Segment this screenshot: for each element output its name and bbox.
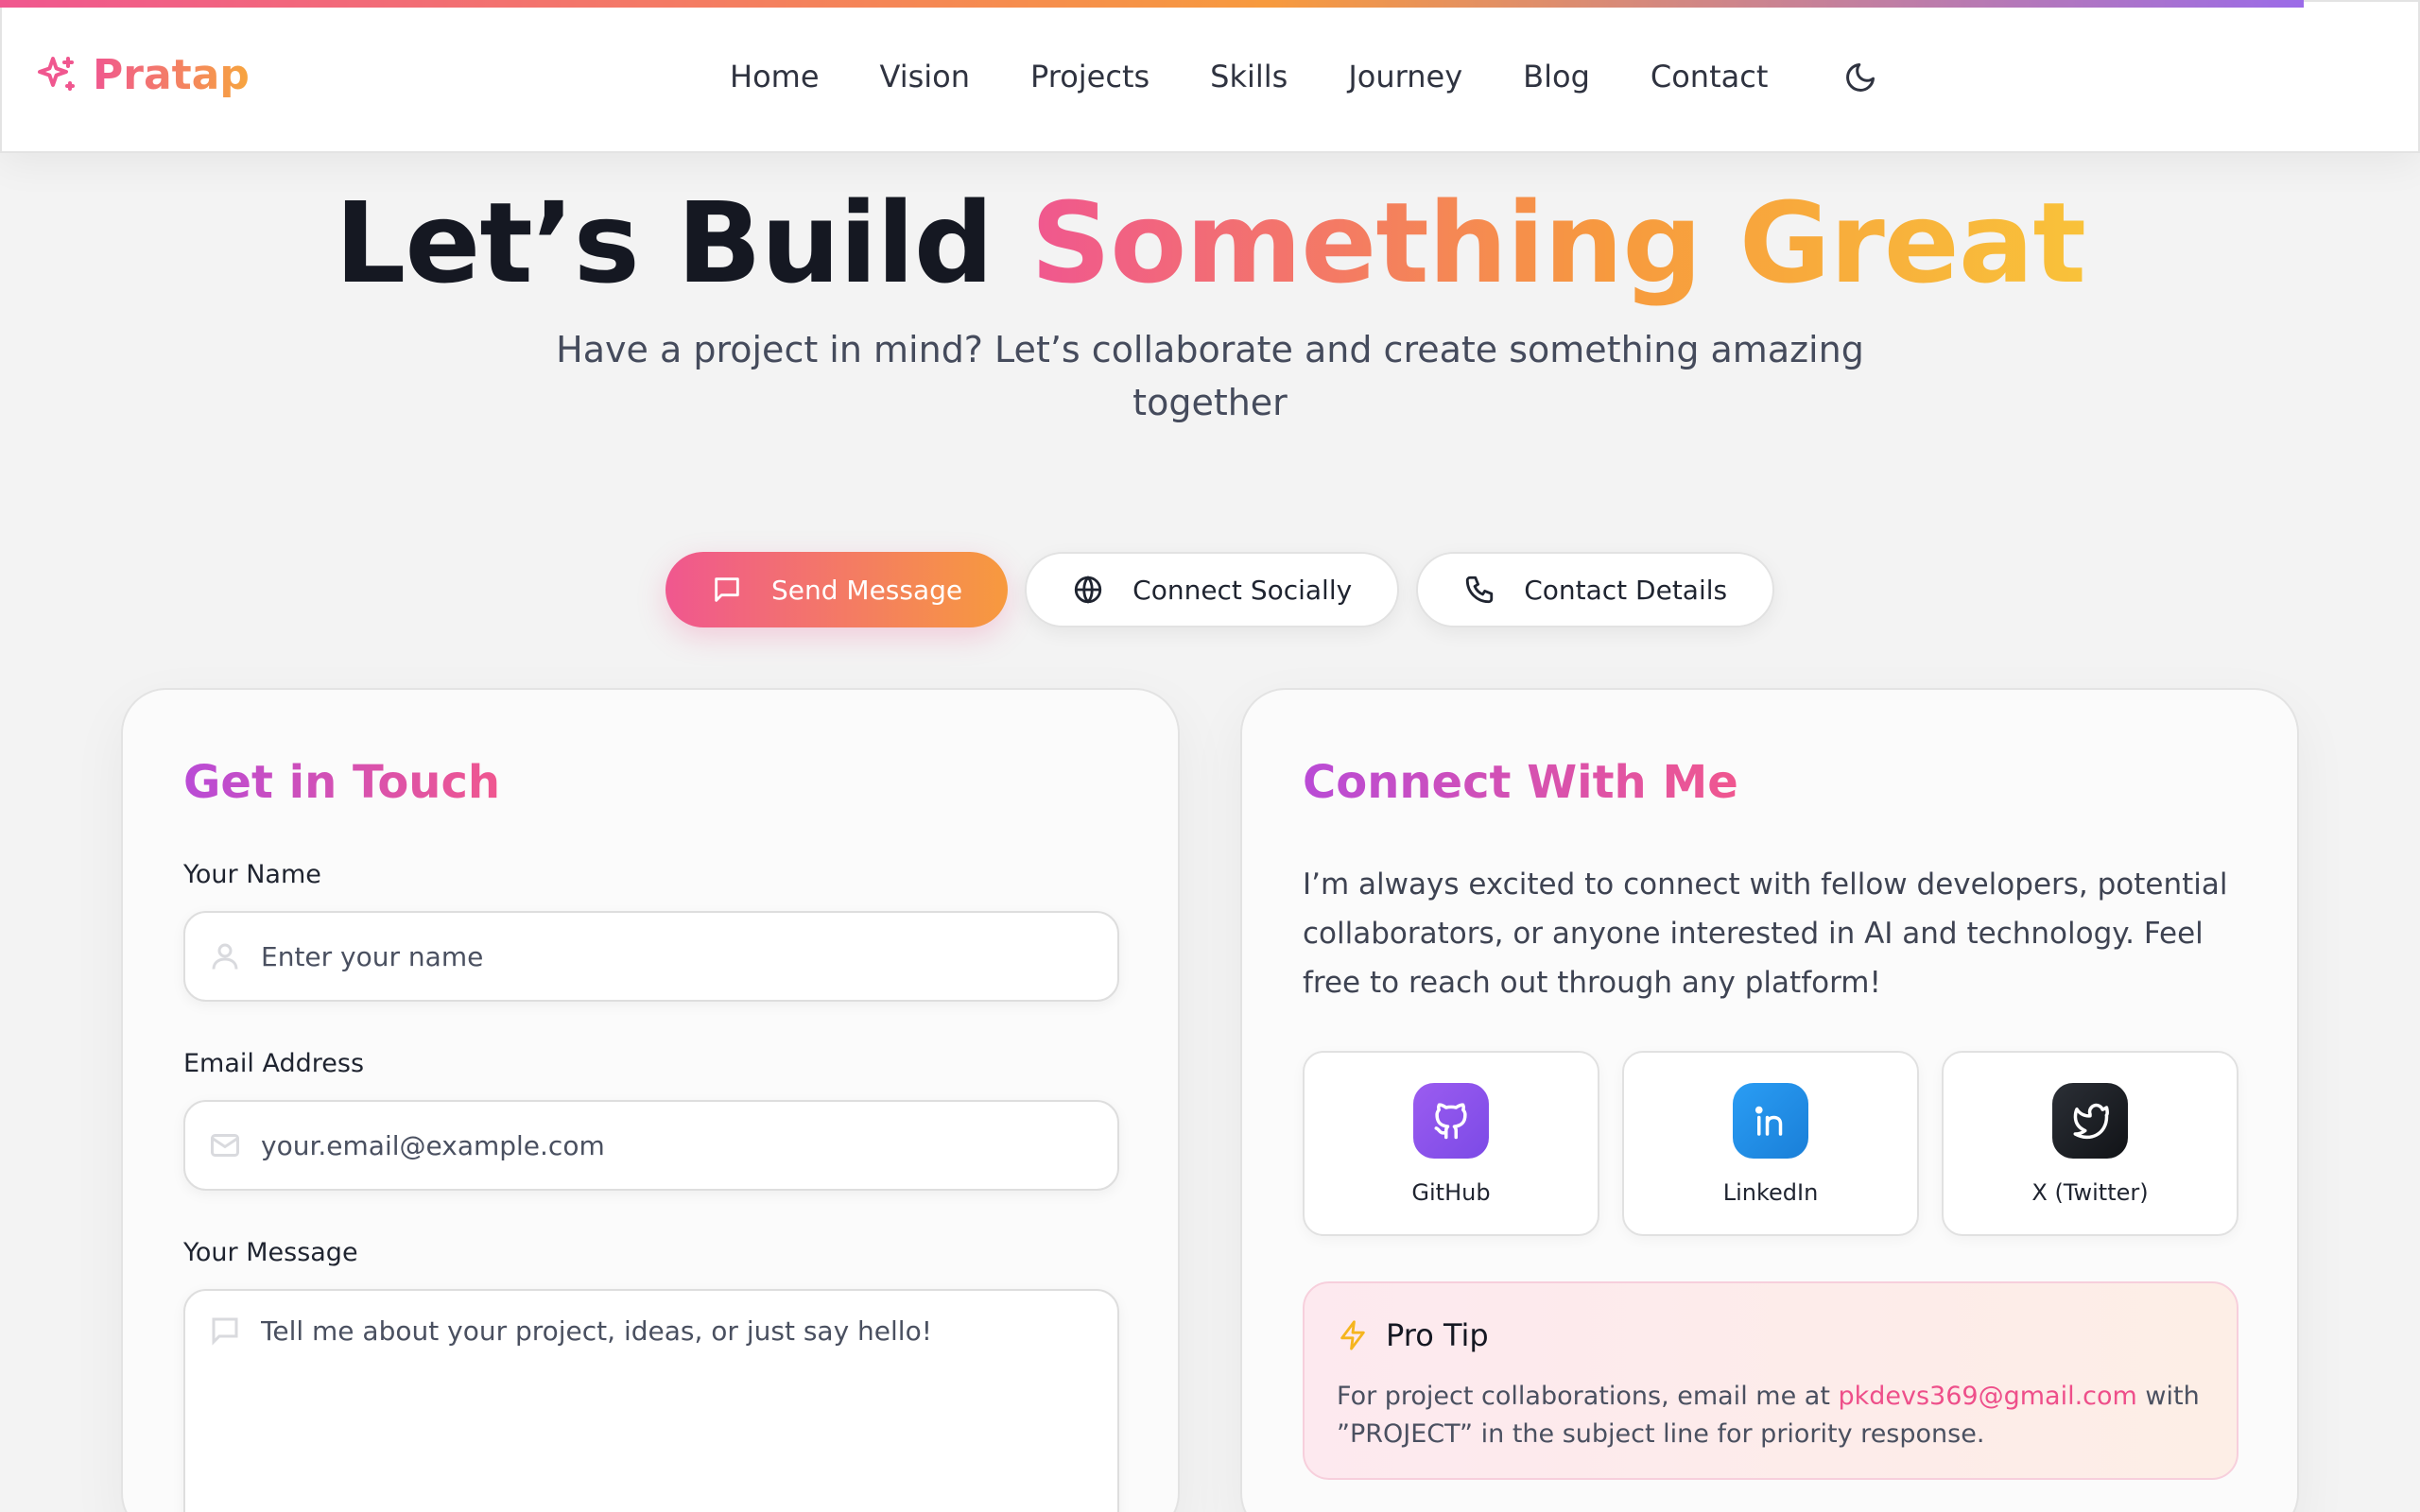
title-plain: Let’s Build [335, 178, 994, 308]
nav-vision[interactable]: Vision [880, 59, 971, 94]
name-input[interactable] [261, 940, 1093, 972]
message-textarea[interactable] [261, 1315, 1093, 1504]
pro-tip-header: Pro Tip [1337, 1317, 1489, 1353]
nav-journey[interactable]: Journey [1348, 59, 1462, 94]
message-field [183, 1289, 1119, 1512]
lightning-icon [1340, 1320, 1365, 1350]
social-label: LinkedIn [1722, 1179, 1819, 1206]
moon-icon[interactable] [1843, 60, 1877, 94]
name-label: Your Name [183, 860, 321, 889]
page-subtitle: Have a project in mind? Let’s collaborat… [556, 329, 1864, 423]
social-twitter[interactable]: X (Twitter) [1942, 1051, 2238, 1236]
pro-tip-text-before: For project collaborations, email me at [1337, 1382, 1839, 1411]
user-icon [212, 943, 238, 970]
twitter-icon [2052, 1083, 2128, 1159]
connect-card: Connect With Me I’m always excited to co… [1240, 688, 2299, 1512]
linkedin-icon [1733, 1083, 1808, 1159]
email-field [183, 1100, 1119, 1191]
title-gradient: Something Great [1030, 178, 2086, 308]
name-field [183, 911, 1119, 1002]
tab-contact-details[interactable]: Contact Details [1416, 552, 1775, 627]
page-title: Let’s Build Something Great [0, 178, 2420, 308]
tab-connect-socially[interactable]: Connect Socially [1025, 552, 1400, 627]
globe-icon [1074, 576, 1102, 604]
social-label: GitHub [1411, 1179, 1491, 1206]
tab-label: Contact Details [1524, 574, 1728, 606]
pro-tip-title: Pro Tip [1386, 1317, 1489, 1353]
nav-skills[interactable]: Skills [1210, 59, 1288, 94]
email-input[interactable] [261, 1129, 1093, 1161]
connect-title: Connect With Me [1303, 756, 1738, 809]
nav-projects[interactable]: Projects [1030, 59, 1150, 94]
tab-label: Send Message [771, 574, 963, 606]
contact-form-card: Get in Touch Your Name Email Address You… [121, 688, 1180, 1512]
nav-contact[interactable]: Contact [1651, 59, 1769, 94]
nav-blog[interactable]: Blog [1523, 59, 1590, 94]
tab-send-message[interactable]: Send Message [666, 552, 1009, 627]
phone-icon [1466, 576, 1494, 604]
message-label: Your Message [183, 1238, 358, 1267]
email-link[interactable]: pkdevs369@gmail.com [1838, 1382, 2136, 1411]
social-github[interactable]: GitHub [1303, 1051, 1599, 1236]
contact-tabs: Send Message Connect Socially Contact De… [666, 552, 1775, 627]
brand-name: Pratap [93, 51, 250, 99]
form-title: Get in Touch [183, 756, 501, 809]
message-icon [212, 1317, 238, 1346]
nav-home[interactable]: Home [730, 59, 820, 94]
social-linkedin[interactable]: LinkedIn [1622, 1051, 1919, 1236]
github-icon [1413, 1083, 1489, 1159]
social-label: X (Twitter) [2031, 1179, 2149, 1206]
pro-tip-box: Pro Tip For project collaborations, emai… [1303, 1281, 2238, 1480]
navbar: Pratap Home Vision Projects Skills Journ… [0, 0, 2420, 153]
social-links: GitHub LinkedIn X (Twitter) [1303, 1051, 2238, 1236]
scroll-progress-bar [0, 0, 2304, 8]
sparkle-icon [38, 56, 75, 91]
mail-icon [211, 1134, 239, 1157]
nav-links: Home Vision Projects Skills Journey Blog… [730, 59, 1828, 94]
email-label: Email Address [183, 1049, 365, 1078]
message-icon [715, 577, 739, 602]
tab-label: Connect Socially [1132, 574, 1353, 606]
connect-intro: I’m always excited to connect with fello… [1303, 868, 2228, 1000]
pro-tip-body: For project collaborations, email me at … [1337, 1378, 2225, 1453]
brand-logo[interactable]: Pratap [34, 51, 250, 99]
